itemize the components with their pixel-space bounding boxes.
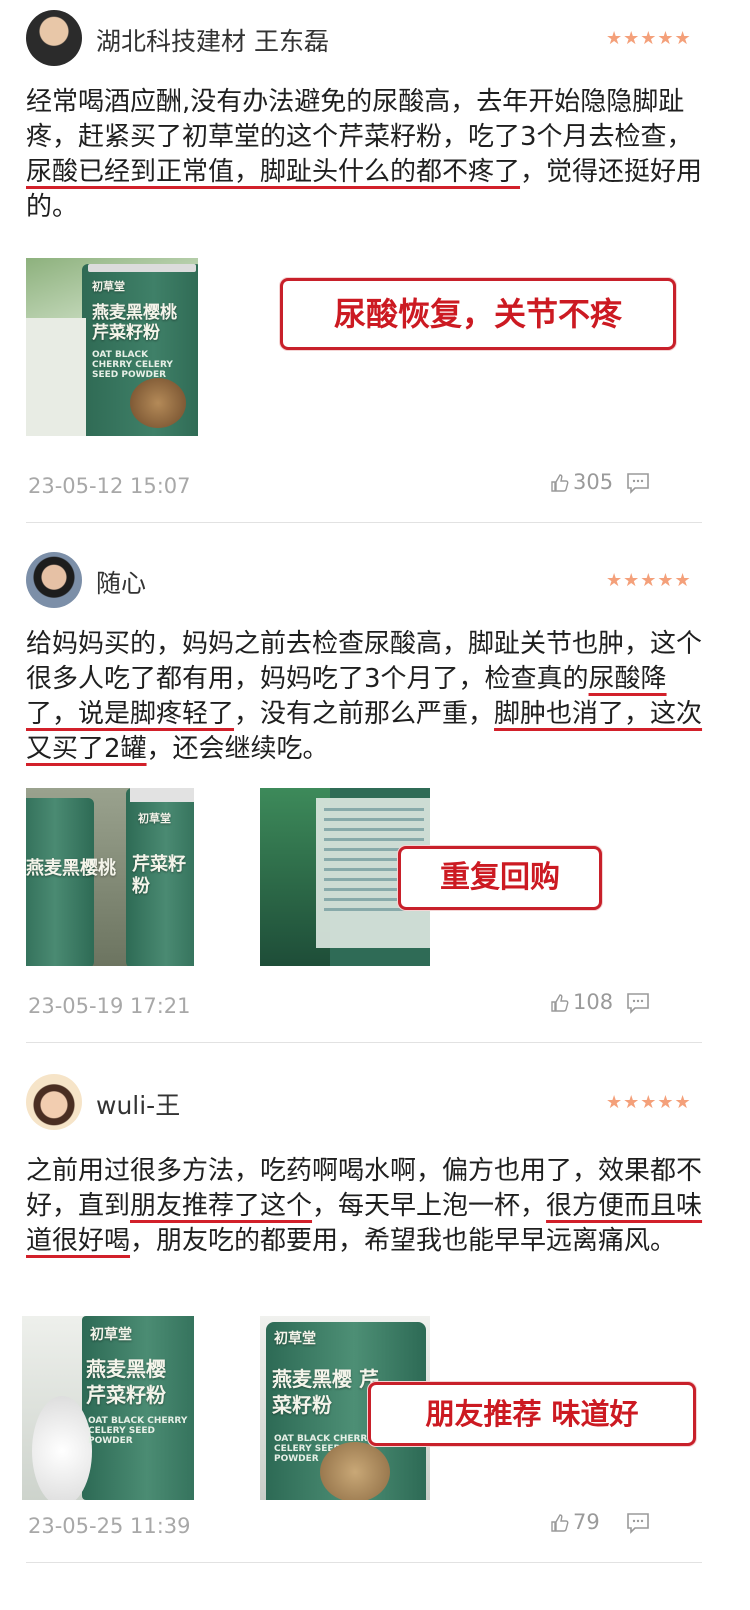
highlight-callout: 重复回购 bbox=[398, 846, 602, 910]
timestamp: 23-05-25 11:39 bbox=[28, 1514, 191, 1538]
review-text: 之前用过很多方法，吃药啊喝水啊，偏方也用了，效果都不好，直到朋友推荐了这个，每天… bbox=[26, 1154, 706, 1259]
avatar[interactable] bbox=[26, 10, 82, 66]
photo-brand: 初草堂 bbox=[274, 1331, 316, 1347]
username[interactable]: 随心 bbox=[96, 564, 146, 600]
highlighted-text: 尿酸已经到正常值，脚趾头什么的都不疼了 bbox=[26, 157, 521, 187]
photo-brand: 初草堂 bbox=[92, 280, 125, 293]
divider bbox=[26, 1562, 702, 1563]
review-card: 随心 ★★★★★ 给妈妈买的，妈妈之前去检查尿酸高，脚趾关节也肿，这个很多人吃了… bbox=[0, 522, 750, 1042]
like-count: 305 bbox=[573, 470, 614, 494]
review-card: wuli-王 ★★★★★ 之前用过很多方法，吃药啊喝水啊，偏方也用了，效果都不好… bbox=[0, 1042, 750, 1610]
like-button[interactable]: 305 bbox=[550, 470, 613, 494]
review-text-segment: ，每天早上泡一杯， bbox=[312, 1191, 547, 1221]
comment-icon[interactable] bbox=[626, 472, 650, 494]
star-rating: ★★★★★ bbox=[606, 1092, 692, 1113]
product-photo[interactable]: 初草堂 燕麦黑樱桃 芹菜籽粉 bbox=[26, 788, 194, 966]
photo-product-sub: OAT BLACK CHERRY CELERY SEED POWDER bbox=[88, 1416, 188, 1446]
thumbs-up-icon bbox=[551, 1514, 569, 1532]
like-count: 108 bbox=[573, 990, 614, 1014]
avatar[interactable] bbox=[26, 552, 82, 608]
star-rating: ★★★★★ bbox=[606, 570, 692, 591]
photo-product-name: 芹菜籽粉 bbox=[132, 854, 186, 897]
review-card: 湖北科技建材 王东磊 ★★★★★ 经常喝酒应酬,没有办法避免的尿酸高，去年开始隐… bbox=[0, 0, 750, 520]
highlight-callout: 尿酸恢复，关节不疼 bbox=[280, 278, 676, 350]
highlight-callout: 朋友推荐 味道好 bbox=[368, 1382, 696, 1446]
review-text-segment: ，朋友吃的都要用，希望我也能早早远离痛风。 bbox=[130, 1226, 677, 1256]
review-text: 经常喝酒应酬,没有办法避免的尿酸高，去年开始隐隐脚趾疼，赶紧买了初草堂的这个芹菜… bbox=[26, 85, 706, 225]
comment-icon[interactable] bbox=[626, 1512, 650, 1534]
photo-brand: 初草堂 bbox=[138, 812, 171, 825]
review-text-segment: ，没有之前那么严重， bbox=[234, 699, 495, 729]
review-text-segment: 经常喝酒应酬,没有办法避免的尿酸高，去年开始隐隐脚趾疼，赶紧买了初草堂的这个芹菜… bbox=[26, 87, 693, 152]
photo-brand: 初草堂 bbox=[90, 1327, 132, 1343]
comment-icon[interactable] bbox=[626, 992, 650, 1014]
avatar[interactable] bbox=[26, 1074, 82, 1130]
thumbs-up-icon bbox=[551, 994, 569, 1012]
like-button[interactable]: 108 bbox=[550, 990, 613, 1014]
product-photo[interactable]: 初草堂 燕麦黑樱桃 芹菜籽粉 OAT BLACK CHERRY CELERY S… bbox=[26, 258, 198, 436]
thumbs-up-icon bbox=[551, 474, 569, 492]
like-count: 79 bbox=[573, 1510, 600, 1534]
photo-product-name: 燕麦黑樱桃 芹菜籽粉 bbox=[92, 303, 177, 343]
photo-product-name: 燕麦黑樱 芹菜籽粉 bbox=[272, 1367, 379, 1417]
username[interactable]: 湖北科技建材 王东磊 bbox=[96, 22, 329, 58]
timestamp: 23-05-12 15:07 bbox=[28, 474, 191, 498]
like-button[interactable]: 79 bbox=[550, 1510, 600, 1534]
highlighted-text: 朋友推荐了这个 bbox=[130, 1191, 313, 1221]
photo-product-sub: OAT BLACK CHERRY CELERY SEED POWDER bbox=[92, 350, 173, 380]
star-rating: ★★★★★ bbox=[606, 28, 692, 49]
review-text: 给妈妈买的，妈妈之前去检查尿酸高，脚趾关节也肿，这个很多人吃了都有用，妈妈吃了3… bbox=[26, 627, 706, 767]
username[interactable]: wuli-王 bbox=[96, 1086, 180, 1122]
product-photo[interactable]: 初草堂 燕麦黑樱 芹菜籽粉 OAT BLACK CHERRY CELERY SE… bbox=[22, 1316, 194, 1500]
photo-product-name: 燕麦黑樱桃 bbox=[26, 858, 116, 879]
photo-product-name: 燕麦黑樱 芹菜籽粉 bbox=[86, 1357, 166, 1407]
timestamp: 23-05-19 17:21 bbox=[28, 994, 191, 1018]
review-text-segment: ，还会继续吃。 bbox=[146, 734, 329, 764]
